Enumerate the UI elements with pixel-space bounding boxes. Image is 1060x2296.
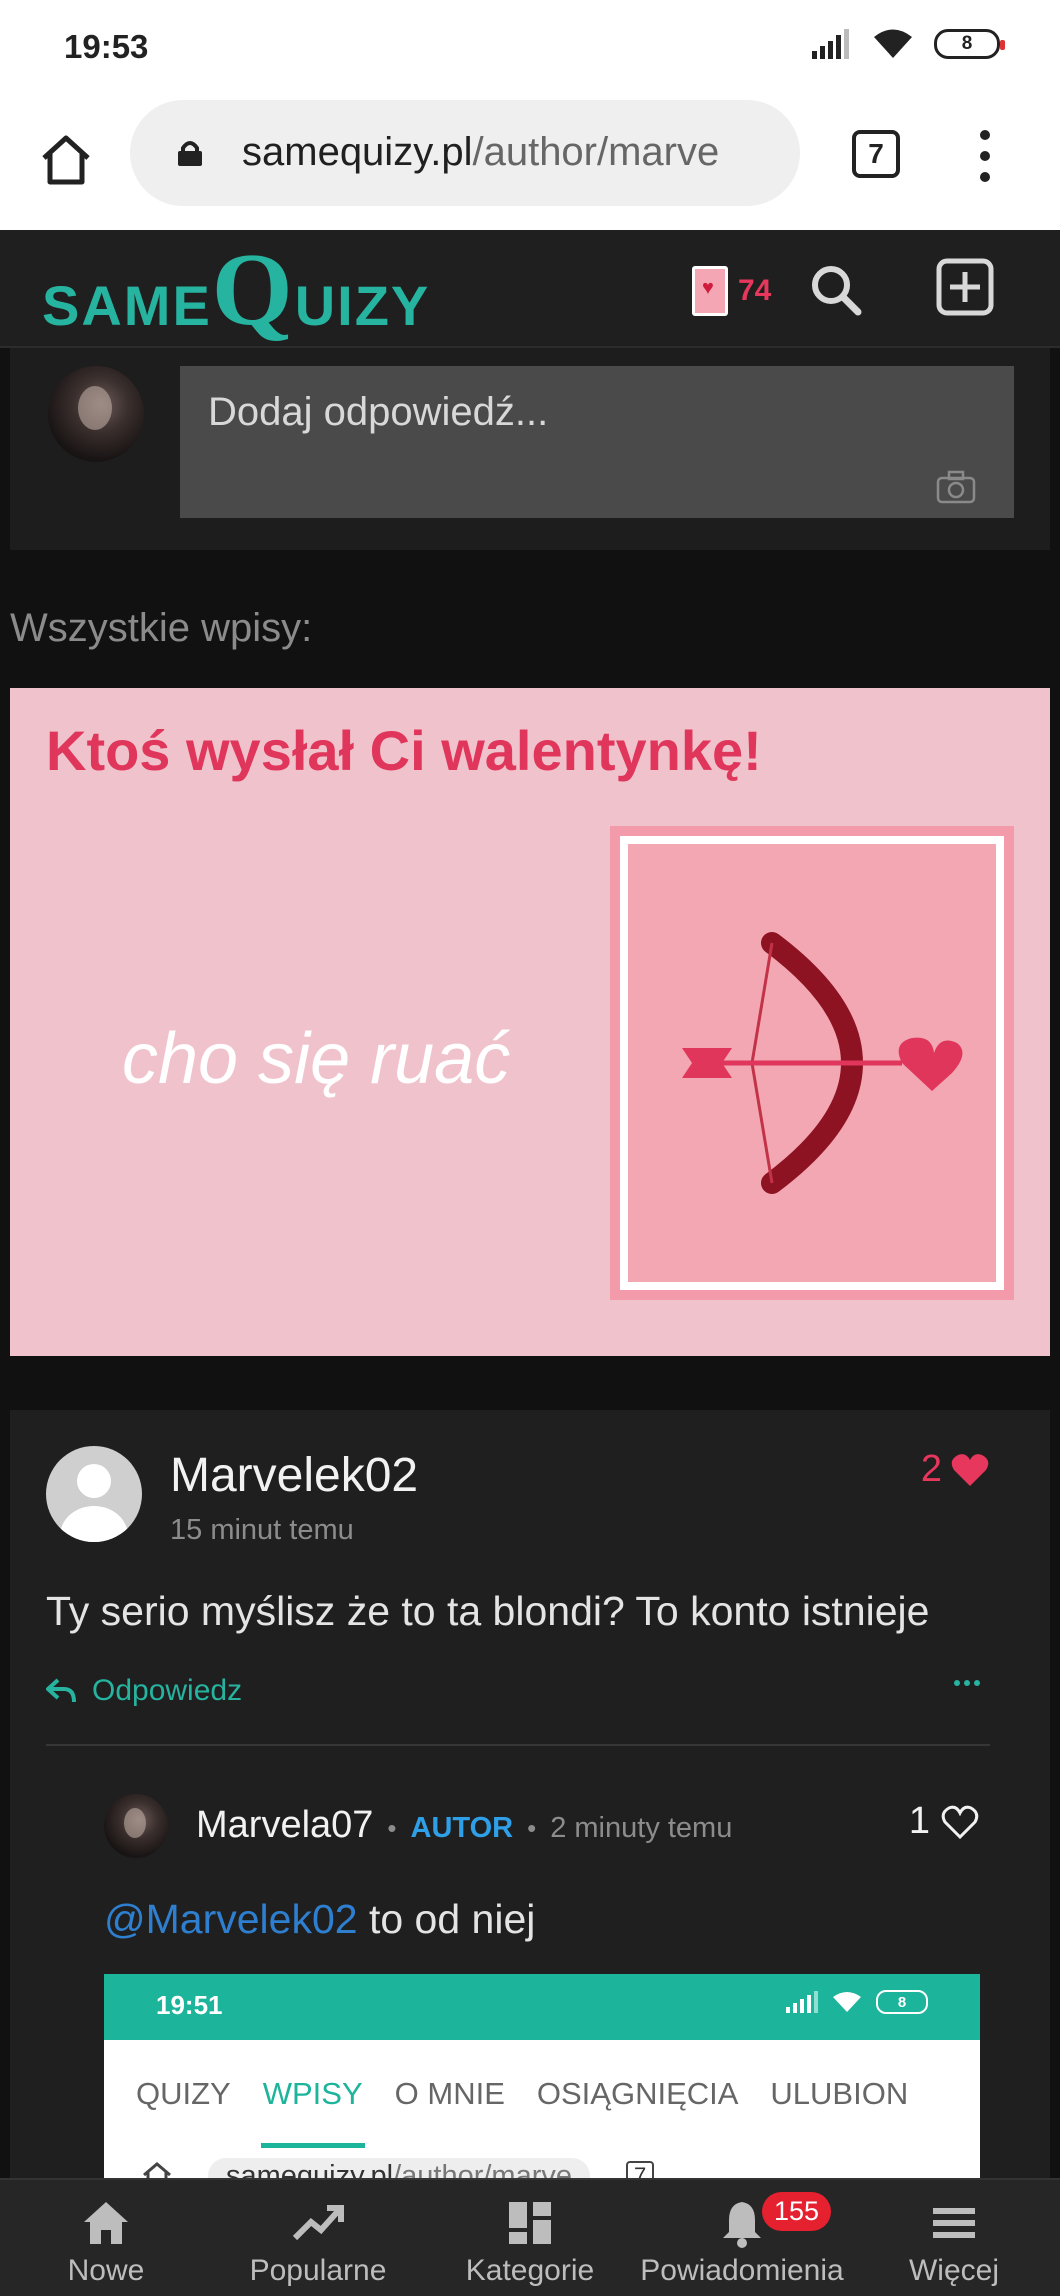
status-bar: 19:53 8 xyxy=(0,0,1060,96)
embed-status-bar: 19:51 8 xyxy=(104,1974,980,2040)
lock-icon xyxy=(178,141,202,166)
answer-input[interactable]: Dodaj odpowiedź... xyxy=(180,366,1014,518)
heart-filled-icon xyxy=(951,1453,989,1486)
default-avatar-icon[interactable] xyxy=(46,1446,142,1542)
nav-label: Powiadomienia xyxy=(640,2254,844,2287)
reply-author[interactable]: Marvela07 xyxy=(196,1804,373,1847)
embed-tab-bar: QUIZY WPISY O MNIE OSIĄGNIĘCIA ULUBION xyxy=(104,2040,980,2148)
valentine-banner[interactable]: Ktoś wysłał Ci walentynkę! cho się ruać xyxy=(10,688,1050,1356)
embedded-screenshot[interactable]: 19:51 8 QUIZY WPISY O MNIE OSIĄGNIĘCIA U… xyxy=(104,1974,980,2186)
camera-icon[interactable] xyxy=(936,470,976,504)
user-avatar xyxy=(48,366,144,462)
divider xyxy=(46,1744,990,1746)
embed-time: 19:51 xyxy=(156,1990,223,2020)
embed-tab: O MNIE xyxy=(394,2076,505,2111)
mention-link[interactable]: @Marvelek02 xyxy=(104,1896,358,1942)
heart-outline-icon xyxy=(941,1805,979,1839)
reply-label: Odpowiedz xyxy=(92,1674,243,1707)
bow-arrow-icon xyxy=(682,932,963,1194)
bell-icon xyxy=(723,2202,761,2248)
signal-icon xyxy=(786,1991,818,2013)
banner-title: Ktoś wysłał Ci walentynkę! xyxy=(46,719,762,782)
home-icon[interactable] xyxy=(36,130,96,190)
nav-item-notifications[interactable]: Powiadomienia 155 xyxy=(636,2180,848,2296)
comment-time: 15 minut temu xyxy=(170,1514,354,1546)
url-domain: samequizy.pl xyxy=(242,130,473,174)
site-logo[interactable]: SAME Q UIZY xyxy=(42,231,431,347)
bottom-navigation: Nowe Popularne Kategorie Powiadomienia 1… xyxy=(0,2178,1060,2296)
signal-icon xyxy=(812,29,849,59)
address-bar[interactable]: samequizy.pl/author/marve xyxy=(130,100,800,206)
nav-label: Kategorie xyxy=(465,2254,595,2287)
valentine-button[interactable]: 74 xyxy=(692,266,771,316)
reply-author-avatar[interactable] xyxy=(104,1794,168,1858)
home-icon xyxy=(84,2202,128,2244)
nav-label: Popularne xyxy=(249,2254,387,2287)
author-badge: AUTOR xyxy=(410,1812,514,1844)
nav-item-popular[interactable]: Popularne xyxy=(212,2180,424,2296)
logo-same: SAME xyxy=(42,274,212,337)
browser-menu-button[interactable] xyxy=(970,126,1000,186)
valentine-card-icon xyxy=(692,266,728,316)
logo-q: Q xyxy=(211,231,295,347)
add-icon[interactable] xyxy=(936,258,994,316)
embed-tab: ULUBION xyxy=(770,2076,909,2111)
embed-status-icons: 8 xyxy=(786,1990,928,2014)
battery-icon: 8 xyxy=(876,1990,928,2014)
search-icon[interactable] xyxy=(806,260,866,320)
reply-button[interactable]: Odpowiedz xyxy=(46,1674,242,1708)
answer-placeholder: Dodaj odpowiedź... xyxy=(208,390,549,434)
wifi-icon xyxy=(833,1992,861,2012)
battery-icon: 8 xyxy=(934,29,1005,59)
comment-like-button[interactable]: 2 xyxy=(921,1448,990,1491)
embed-tab: QUIZY xyxy=(136,2076,231,2111)
section-title: Wszystkie wpisy: xyxy=(10,606,313,650)
menu-icon xyxy=(933,2208,975,2238)
valentine-count: 74 xyxy=(738,274,772,307)
url-text: samequizy.pl/author/marve xyxy=(242,130,782,175)
nav-item-new[interactable]: Nowe xyxy=(0,2180,212,2296)
nav-label: Więcej xyxy=(908,2254,999,2287)
browser-toolbar: samequizy.pl/author/marve 7 xyxy=(0,96,1060,230)
comment-card: Marvelek02 15 minut temu 2 Ty serio myśl… xyxy=(10,1410,1050,2186)
logo-uizy: UIZY xyxy=(294,274,431,337)
reply-like-count: 1 xyxy=(908,1800,930,1842)
comment-like-count: 2 xyxy=(920,1448,942,1490)
reply-text: @Marvelek02 to od niej xyxy=(104,1896,535,1943)
tab-switcher-button[interactable]: 7 xyxy=(852,130,900,178)
separator-dot: • xyxy=(387,1813,397,1843)
more-options-icon[interactable] xyxy=(954,1680,980,1686)
notification-badge: 155 xyxy=(762,2192,832,2231)
reply-composer: Dodaj odpowiedź... xyxy=(10,348,1050,550)
reply-meta: Marvela07 • AUTOR • 2 minuty temu xyxy=(196,1804,732,1847)
separator-dot: • xyxy=(527,1813,537,1843)
status-time: 19:53 xyxy=(64,28,149,65)
grid-icon xyxy=(509,2202,551,2244)
embed-tab: OSIĄGNIĘCIA xyxy=(536,2076,739,2111)
reply-time: 2 minuty temu xyxy=(550,1812,733,1844)
nav-label: Nowe xyxy=(67,2254,145,2287)
embed-tab-active: WPISY xyxy=(247,2040,379,2148)
reply-like-button[interactable]: 1 xyxy=(909,1800,980,1843)
comment-text: Ty serio myślisz że to ta blondi? To kon… xyxy=(46,1588,930,1634)
status-icons: 8 xyxy=(812,28,1005,60)
nav-item-more[interactable]: Więcej xyxy=(848,2180,1060,2296)
site-header: SAME Q UIZY 74 xyxy=(0,230,1060,348)
banner-message: cho się ruać xyxy=(122,1019,511,1099)
reply-body: to od niej xyxy=(357,1896,536,1942)
nav-item-categories[interactable]: Kategorie xyxy=(424,2180,636,2296)
url-path: /author/marve xyxy=(472,130,720,174)
wifi-icon xyxy=(874,29,912,58)
trending-icon xyxy=(292,2205,344,2241)
reply-icon xyxy=(46,1678,76,1703)
cupid-image-frame xyxy=(610,826,1014,1300)
comment-author[interactable]: Marvelek02 xyxy=(170,1448,418,1503)
